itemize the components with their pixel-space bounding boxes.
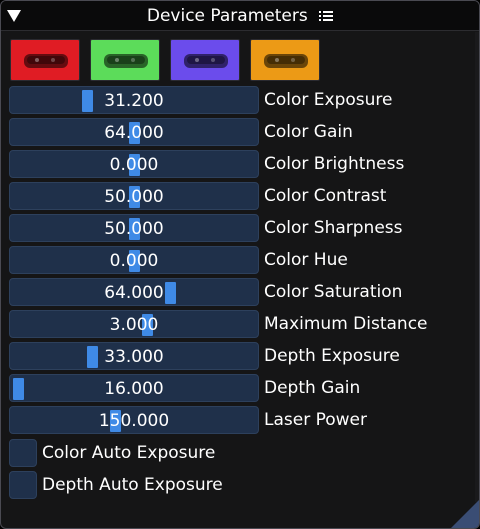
slider-label: Color Sharpness — [264, 218, 403, 238]
checkbox-color-auto-exposure[interactable] — [9, 439, 37, 467]
color-swatch-blue[interactable] — [170, 39, 240, 81]
checkbox-depth-auto-exposure[interactable] — [9, 471, 37, 499]
slider-value: 31.200 — [104, 91, 164, 111]
slider-label: Depth Gain — [264, 378, 361, 398]
list-icon — [319, 11, 334, 21]
slider-maximum-distance[interactable]: 3.000 — [9, 310, 259, 338]
resize-grip[interactable] — [451, 500, 479, 528]
slider-color-exposure[interactable]: 31.200 — [9, 86, 259, 114]
slider-value: 64.000 — [104, 283, 164, 303]
slider-value: 64.000 — [104, 123, 164, 143]
slider-depth-exposure[interactable]: 33.000 — [9, 342, 259, 370]
checkbox-label: Color Auto Exposure — [42, 443, 216, 463]
slider-color-hue[interactable]: 0.000 — [9, 246, 259, 274]
slider-label: Color Hue — [264, 250, 348, 270]
slider-label: Color Saturation — [264, 282, 403, 302]
slider-label: Color Contrast — [264, 186, 387, 206]
slider-label: Color Exposure — [264, 90, 393, 110]
slider-value: 0.000 — [109, 251, 159, 271]
device-icon — [104, 54, 148, 68]
slider-color-brightness[interactable]: 0.000 — [9, 150, 259, 178]
device-parameters-window: Device Parameters 31.200 Color Exposure 64… — [0, 0, 480, 529]
device-icon — [24, 54, 68, 68]
color-swatch-green[interactable] — [90, 39, 160, 81]
slider-label: Depth Exposure — [264, 346, 400, 366]
slider-label: Color Brightness — [264, 154, 405, 174]
scrollbar[interactable] — [475, 32, 479, 502]
slider-color-saturation[interactable]: 64.000 — [9, 278, 259, 306]
slider-value: 50.000 — [104, 219, 164, 239]
slider-label: Maximum Distance — [264, 314, 428, 334]
title-bar[interactable]: Device Parameters — [1, 1, 479, 31]
color-swatch-red[interactable] — [10, 39, 80, 81]
device-icon — [264, 54, 308, 68]
slider-value: 16.000 — [104, 379, 164, 399]
slider-value: 0.000 — [109, 155, 159, 175]
slider-value: 50.000 — [104, 187, 164, 207]
device-icon — [184, 54, 228, 68]
color-swatch-orange[interactable] — [250, 39, 320, 81]
slider-color-sharpness[interactable]: 50.000 — [9, 214, 259, 242]
slider-value: 3.000 — [109, 315, 159, 335]
slider-laser-power[interactable]: 150.000 — [9, 406, 259, 434]
slider-color-gain[interactable]: 64.000 — [9, 118, 259, 146]
checkbox-label: Depth Auto Exposure — [42, 475, 223, 495]
window-title: Device Parameters — [1, 6, 479, 26]
window-title-text: Device Parameters — [146, 6, 308, 26]
slider-label: Color Gain — [264, 122, 353, 142]
slider-color-contrast[interactable]: 50.000 — [9, 182, 259, 210]
slider-label: Laser Power — [264, 410, 367, 430]
slider-depth-gain[interactable]: 16.000 — [9, 374, 259, 402]
slider-value: 33.000 — [104, 347, 164, 367]
slider-value: 150.000 — [98, 411, 170, 431]
